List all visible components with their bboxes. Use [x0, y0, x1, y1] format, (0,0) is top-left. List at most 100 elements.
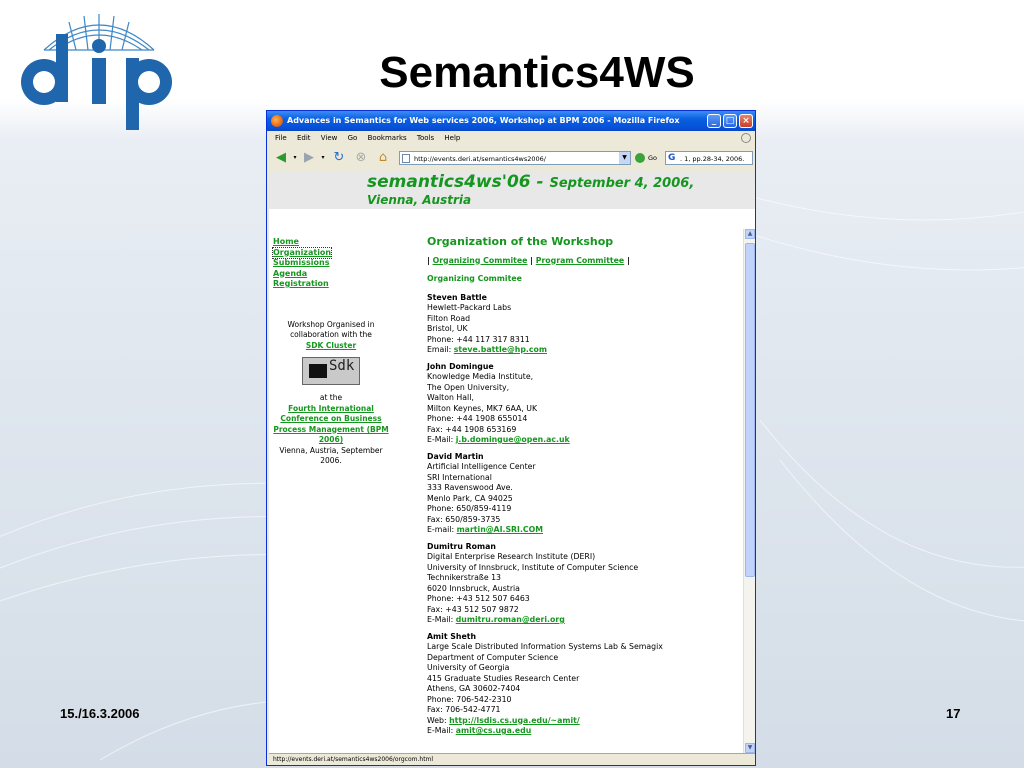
go-label: Go — [648, 154, 658, 162]
person-detail: Fax: 650/859-3735 — [427, 514, 501, 524]
organised-text: Workshop Organised in collaboration with… — [287, 319, 375, 340]
scroll-down-icon[interactable]: ▼ — [745, 743, 755, 753]
person-email: E-Mail: j.b.domingue@open.ac.uk — [427, 435, 742, 446]
sdk-cluster-link[interactable]: SDK Cluster — [306, 341, 356, 350]
browser-window: Advances in Semantics for Web services 2… — [266, 110, 756, 766]
person-detail: Hewlett-Packard Labs — [427, 303, 512, 312]
page-icon — [402, 154, 410, 163]
web-link[interactable]: http://lsdis.cs.uga.edu/~amit/ — [449, 716, 580, 725]
person-name: Steven Battle — [427, 292, 487, 302]
go-button[interactable]: Go — [635, 151, 665, 165]
go-icon — [635, 153, 645, 163]
web-label: Web: — [427, 715, 447, 725]
person-email: Email: steve.battle@hp.com — [427, 345, 742, 356]
email-link[interactable]: amit@cs.uga.edu — [456, 726, 532, 735]
scroll-up-icon[interactable]: ▲ — [745, 229, 755, 239]
person-name: David Martin — [427, 451, 484, 461]
person-detail: Fax: +43 512 507 9872 — [427, 604, 519, 614]
close-button[interactable]: × — [739, 114, 753, 128]
navigation-toolbar: ◀ ▾ ▶ ▾ ↻ ⊗ ⌂ http://events.deri.at/sema… — [267, 145, 755, 171]
menu-file[interactable]: File — [275, 131, 287, 145]
committee-links: | Organizing Commitee | Program Committe… — [427, 255, 630, 265]
person-email: E-mail: martin@AI.SRI.COM — [427, 525, 742, 536]
scroll-thumb[interactable] — [745, 243, 755, 577]
sdk-logo[interactable]: Sdk — [302, 357, 360, 385]
nav-home[interactable]: Home — [273, 237, 383, 248]
people-list: Steven Battle Hewlett-Packard Labs Filton … — [427, 293, 742, 737]
email-link[interactable]: j.b.domingue@open.ac.uk — [456, 435, 570, 444]
forward-dropdown-icon[interactable]: ▾ — [315, 150, 331, 166]
title-bar[interactable]: Advances in Semantics for Web services 2… — [267, 111, 755, 131]
url-bar[interactable]: http://events.deri.at/semantics4ws2006/ … — [399, 151, 631, 165]
vertical-scrollbar[interactable]: ▲ ▼ — [743, 229, 755, 753]
sdk-logo-mark — [309, 364, 327, 378]
email-label: E-Mail: — [427, 726, 454, 735]
person-name: Amit Sheth — [427, 631, 477, 641]
organised-info: Workshop Organised in collaboration with… — [273, 320, 389, 467]
bpm-conference-link[interactable]: Fourth International Conference on Busin… — [273, 404, 388, 445]
slide-title: Semantics4WS — [379, 48, 695, 97]
google-icon: G — [668, 153, 676, 163]
person-detail: Artificial Intelligence Center — [427, 462, 536, 471]
person-detail: Milton Keynes, MK7 6AA, UK — [427, 403, 538, 413]
person-entry: John Domingue Knowledge Media Institute, T… — [427, 362, 742, 446]
sdk-logo-text: Sdk — [329, 358, 355, 374]
person-detail: Menlo Park, CA 94025 — [427, 493, 513, 503]
person-detail: Bristol, UK — [427, 324, 468, 333]
url-text: http://events.deri.at/semantics4ws2006/ — [414, 155, 546, 163]
minimize-button[interactable]: _ — [707, 114, 721, 128]
section-subheading: Organizing Commitee — [427, 274, 522, 283]
nav-organization[interactable]: Organization — [271, 246, 333, 259]
menu-tools[interactable]: Tools — [417, 131, 434, 145]
organizing-commitee-link[interactable]: Organizing Commitee — [433, 256, 528, 265]
person-entry: David Martin Artificial Intelligence Cent… — [427, 452, 742, 536]
search-field[interactable]: G . 1, pp.28-34, 2006. — [665, 151, 753, 165]
person-entry: Amit Sheth Large Scale Distributed Inform… — [427, 632, 742, 737]
person-email: E-Mail: amit@cs.uga.edu — [427, 726, 742, 737]
person-detail: Phone: +43 512 507 6463 — [427, 594, 530, 603]
person-detail: Phone: +44 117 317 8311 — [427, 334, 530, 344]
email-link[interactable]: dumitru.roman@deri.org — [456, 615, 565, 624]
person-detail: Fax: +44 1908 653169 — [427, 424, 517, 434]
person-detail: SRI International — [427, 472, 492, 482]
email-link[interactable]: steve.battle@hp.com — [454, 345, 547, 354]
page-heading: Organization of the Workshop — [427, 235, 614, 248]
person-name: Dumitru Roman — [427, 541, 496, 551]
person-detail: Knowledge Media Institute, — [427, 372, 534, 381]
email-link[interactable]: martin@AI.SRI.COM — [457, 525, 543, 534]
banner-title: semantics4ws'06 - September 4, 2006, — [367, 172, 695, 192]
person-detail: The Open University, — [427, 382, 510, 392]
maximize-button[interactable]: □ — [723, 114, 737, 128]
url-dropdown-icon[interactable]: ▼ — [619, 152, 630, 164]
person-detail: Digital Enterprise Research Institute (D… — [427, 552, 596, 561]
program-committee-link[interactable]: Program Committee — [536, 256, 624, 265]
stop-icon[interactable]: ⊗ — [353, 150, 369, 166]
page-content: semantics4ws'06 - September 4, 2006, Vie… — [269, 171, 755, 753]
email-label: E-Mail: — [427, 615, 454, 624]
person-detail: University of Innsbruck, Institute of Co… — [427, 562, 639, 572]
menu-help[interactable]: Help — [444, 131, 460, 145]
window-title: Advances in Semantics for Web services 2… — [287, 116, 680, 125]
menu-view[interactable]: View — [321, 131, 338, 145]
nav-submissions[interactable]: Submissions — [273, 258, 383, 269]
menu-go[interactable]: Go — [348, 131, 358, 145]
person-entry: Dumitru Roman Digital Enterprise Research… — [427, 542, 742, 626]
menu-edit[interactable]: Edit — [297, 131, 311, 145]
site-banner: semantics4ws'06 - September 4, 2006, Vie… — [269, 171, 755, 209]
nav-agenda[interactable]: Agenda — [273, 269, 383, 280]
main-column: Organization of the Workshop | Organizin… — [427, 235, 742, 743]
person-detail: Athens, GA 30602-7404 — [427, 684, 521, 693]
footer-date: 15./16.3.2006 — [60, 706, 140, 721]
email-label: Email: — [427, 345, 452, 354]
home-icon[interactable]: ⌂ — [375, 150, 391, 166]
email-label: E-mail: — [427, 525, 455, 534]
person-detail: 415 Graduate Studies Research Center — [427, 673, 580, 683]
reload-icon[interactable]: ↻ — [331, 150, 347, 166]
at-the-text: at the — [319, 393, 343, 402]
nav-registration[interactable]: Registration — [273, 279, 383, 290]
person-email: E-Mail: dumitru.roman@deri.org — [427, 615, 742, 626]
page-number: 17 — [946, 706, 961, 721]
person-detail: Phone: 650/859-4119 — [427, 504, 512, 513]
person-web: Web: http://lsdis.cs.uga.edu/~amit/ — [427, 716, 742, 727]
menu-bookmarks[interactable]: Bookmarks — [368, 131, 407, 145]
